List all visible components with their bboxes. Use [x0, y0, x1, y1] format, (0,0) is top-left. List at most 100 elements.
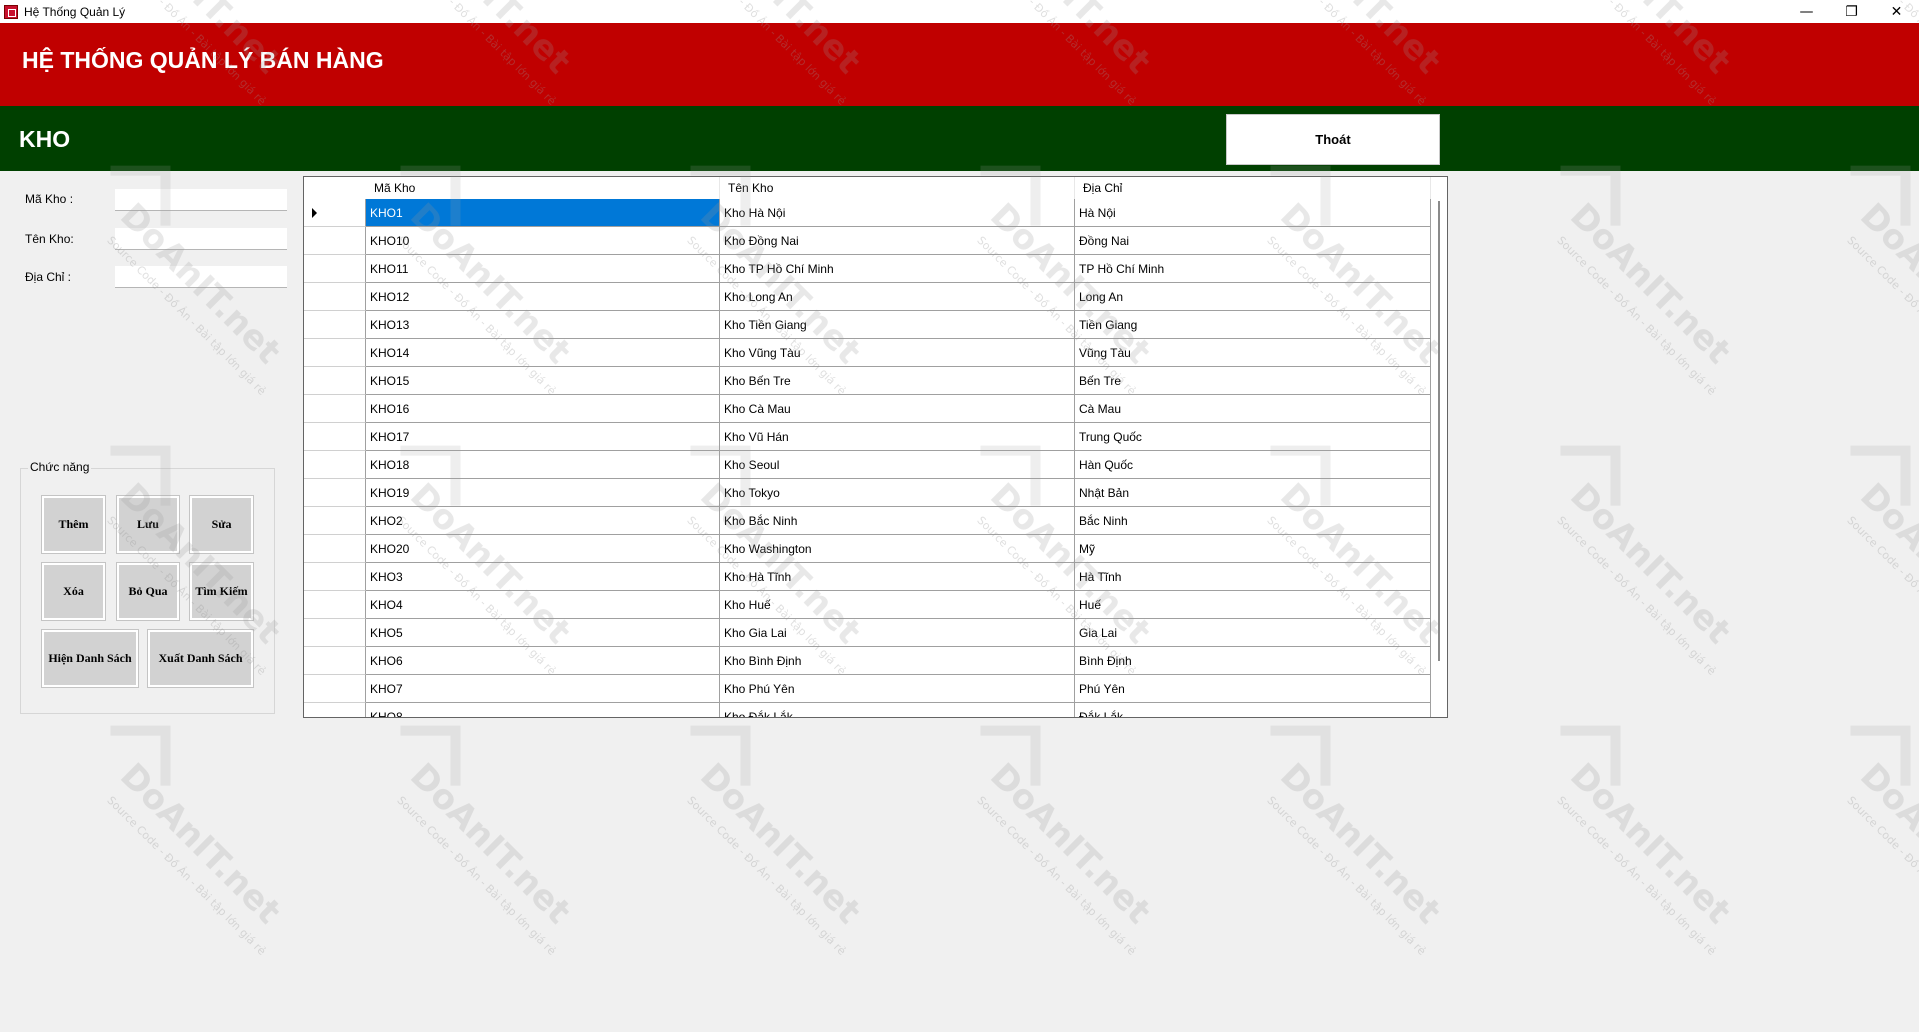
cell-ten-kho[interactable]: Kho Long An [720, 283, 1075, 311]
cell-dia-chi[interactable]: Vũng Tàu [1075, 339, 1431, 367]
cell-dia-chi[interactable]: Cà Mau [1075, 395, 1431, 423]
cell-ma-kho[interactable]: KHO16 [366, 395, 720, 423]
cell-ma-kho[interactable]: KHO14 [366, 339, 720, 367]
table-row[interactable]: KHO14 Kho Vũng Tàu Vũng Tàu [304, 339, 1431, 367]
edit-button[interactable]: Sửa [189, 495, 254, 554]
dia-chi-input[interactable] [115, 266, 287, 288]
grid-scrollbar[interactable] [1431, 199, 1447, 717]
cell-ma-kho[interactable]: KHO5 [366, 619, 720, 647]
table-row[interactable]: KHO8 Kho Đắk Lắk Đắk Lắk [304, 703, 1431, 717]
cell-dia-chi[interactable]: Bến Tre [1075, 367, 1431, 395]
add-button[interactable]: Thêm [41, 495, 106, 554]
cell-ma-kho[interactable]: KHO2 [366, 507, 720, 535]
table-row[interactable]: KHO7 Kho Phú Yên Phú Yên [304, 675, 1431, 703]
cell-ma-kho[interactable]: KHO18 [366, 451, 720, 479]
row-header[interactable] [304, 283, 366, 311]
table-row[interactable]: KHO3 Kho Hà Tĩnh Hà Tĩnh [304, 563, 1431, 591]
cell-ten-kho[interactable]: Kho Bình Định [720, 647, 1075, 675]
skip-button[interactable]: Bỏ Qua [116, 562, 180, 621]
cell-dia-chi[interactable]: Phú Yên [1075, 675, 1431, 703]
cell-ten-kho[interactable]: Kho Cà Mau [720, 395, 1075, 423]
cell-ma-kho[interactable]: KHO3 [366, 563, 720, 591]
table-row[interactable]: KHO13 Kho Tiền Giang Tiền Giang [304, 311, 1431, 339]
cell-ma-kho[interactable]: KHO19 [366, 479, 720, 507]
table-row[interactable]: KHO16 Kho Cà Mau Cà Mau [304, 395, 1431, 423]
cell-dia-chi[interactable]: TP Hồ Chí Minh [1075, 255, 1431, 283]
cell-dia-chi[interactable]: Đồng Nai [1075, 227, 1431, 255]
column-header-dia-chi[interactable]: Địa Chỉ [1075, 177, 1431, 199]
cell-ten-kho[interactable]: Kho Hà Tĩnh [720, 563, 1075, 591]
row-header[interactable] [304, 647, 366, 675]
cell-ten-kho[interactable]: Kho Đồng Nai [720, 227, 1075, 255]
row-header[interactable] [304, 507, 366, 535]
column-header-ten-kho[interactable]: Tên Kho [720, 177, 1075, 199]
row-header[interactable] [304, 255, 366, 283]
table-row[interactable]: KHO11 Kho TP Hồ Chí Minh TP Hồ Chí Minh [304, 255, 1431, 283]
cell-ma-kho[interactable]: KHO10 [366, 227, 720, 255]
cell-dia-chi[interactable]: Mỹ [1075, 535, 1431, 563]
cell-dia-chi[interactable]: Long An [1075, 283, 1431, 311]
cell-ten-kho[interactable]: Kho Vũ Hán [720, 423, 1075, 451]
cell-ten-kho[interactable]: Kho Bắc Ninh [720, 507, 1075, 535]
cell-dia-chi[interactable]: Huế [1075, 591, 1431, 619]
row-header[interactable] [304, 367, 366, 395]
ma-kho-input[interactable] [115, 189, 287, 211]
cell-ma-kho[interactable]: KHO20 [366, 535, 720, 563]
restore-button[interactable]: ❐ [1829, 0, 1874, 23]
cell-ten-kho[interactable]: Kho Seoul [720, 451, 1075, 479]
cell-ten-kho[interactable]: Kho Tokyo [720, 479, 1075, 507]
exit-button[interactable]: Thoát [1226, 114, 1440, 165]
cell-dia-chi[interactable]: Đắk Lắk [1075, 703, 1431, 717]
row-header[interactable] [304, 395, 366, 423]
cell-ten-kho[interactable]: Kho TP Hồ Chí Minh [720, 255, 1075, 283]
cell-ma-kho[interactable]: KHO6 [366, 647, 720, 675]
cell-ten-kho[interactable]: Kho Phú Yên [720, 675, 1075, 703]
row-header[interactable] [304, 339, 366, 367]
search-button[interactable]: Tìm Kiếm [189, 562, 254, 621]
row-header[interactable] [304, 451, 366, 479]
cell-dia-chi[interactable]: Hàn Quốc [1075, 451, 1431, 479]
row-header[interactable] [304, 675, 366, 703]
table-row[interactable]: KHO1 Kho Hà Nội Hà Nội [304, 199, 1431, 227]
cell-ma-kho[interactable]: KHO4 [366, 591, 720, 619]
cell-ma-kho[interactable]: KHO12 [366, 283, 720, 311]
cell-dia-chi[interactable]: Hà Tĩnh [1075, 563, 1431, 591]
cell-ten-kho[interactable]: Kho Tiền Giang [720, 311, 1075, 339]
table-row[interactable]: KHO19 Kho Tokyo Nhật Bản [304, 479, 1431, 507]
row-header[interactable] [304, 563, 366, 591]
row-header[interactable] [304, 703, 366, 717]
row-header[interactable] [304, 479, 366, 507]
row-header[interactable] [304, 227, 366, 255]
cell-dia-chi[interactable]: Bắc Ninh [1075, 507, 1431, 535]
table-row[interactable]: KHO17 Kho Vũ Hán Trung Quốc [304, 423, 1431, 451]
cell-ma-kho[interactable]: KHO8 [366, 703, 720, 717]
table-row[interactable]: KHO6 Kho Bình Định Bình Định [304, 647, 1431, 675]
row-header[interactable] [304, 311, 366, 339]
cell-ten-kho[interactable]: Kho Vũng Tàu [720, 339, 1075, 367]
show-list-button[interactable]: Hiện Danh Sách [41, 629, 139, 688]
cell-ma-kho[interactable]: KHO11 [366, 255, 720, 283]
cell-ten-kho[interactable]: Kho Đắk Lắk [720, 703, 1075, 717]
cell-dia-chi[interactable]: Trung Quốc [1075, 423, 1431, 451]
table-row[interactable]: KHO20 Kho Washington Mỹ [304, 535, 1431, 563]
cell-ma-kho[interactable]: KHO7 [366, 675, 720, 703]
table-row[interactable]: KHO10 Kho Đồng Nai Đồng Nai [304, 227, 1431, 255]
warehouse-grid[interactable]: Mã Kho Tên Kho Địa Chỉ KHO1 Kho Hà Nội Hà … [303, 176, 1448, 718]
table-row[interactable]: KHO2 Kho Bắc Ninh Bắc Ninh [304, 507, 1431, 535]
cell-dia-chi[interactable]: Gia Lai [1075, 619, 1431, 647]
column-header-ma-kho[interactable]: Mã Kho [366, 177, 720, 199]
cell-ten-kho[interactable]: Kho Bến Tre [720, 367, 1075, 395]
table-row[interactable]: KHO12 Kho Long An Long An [304, 283, 1431, 311]
row-header[interactable] [304, 199, 366, 227]
cell-ma-kho[interactable]: KHO15 [366, 367, 720, 395]
row-header[interactable] [304, 619, 366, 647]
close-button[interactable]: ✕ [1874, 0, 1919, 23]
cell-ten-kho[interactable]: Kho Gia Lai [720, 619, 1075, 647]
cell-ten-kho[interactable]: Kho Washington [720, 535, 1075, 563]
cell-ma-kho[interactable]: KHO1 [366, 199, 720, 227]
cell-dia-chi[interactable]: Hà Nội [1075, 199, 1431, 227]
row-header[interactable] [304, 423, 366, 451]
table-row[interactable]: KHO15 Kho Bến Tre Bến Tre [304, 367, 1431, 395]
cell-ma-kho[interactable]: KHO17 [366, 423, 720, 451]
ten-kho-input[interactable] [115, 228, 287, 250]
